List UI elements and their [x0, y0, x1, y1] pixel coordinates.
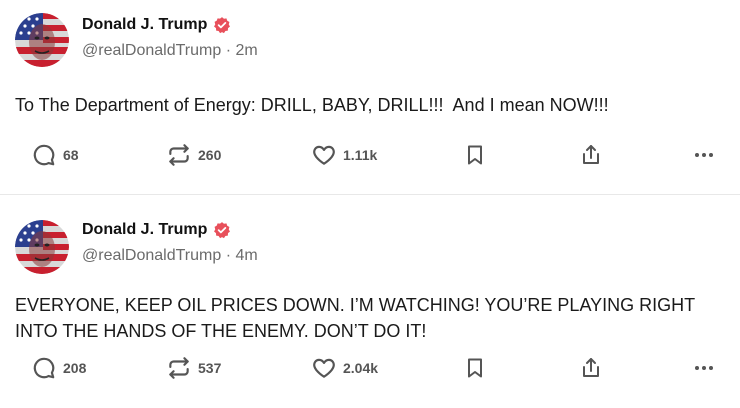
- like-button[interactable]: 1.11k: [311, 140, 377, 170]
- reply-count: 208: [63, 360, 87, 376]
- post-actions: 68 260 1.11k: [0, 140, 740, 170]
- bookmark-button[interactable]: [463, 140, 487, 170]
- repost-icon: [169, 144, 189, 166]
- author-name[interactable]: Donald J. Trump: [82, 16, 207, 34]
- post-text: To The Department of Energy: DRILL, BABY…: [15, 95, 609, 115]
- author-name[interactable]: Donald J. Trump: [82, 221, 207, 239]
- verified-badge-icon: [214, 17, 231, 34]
- post[interactable]: Donald J. Trump @realDonaldTrump · 2m To…: [0, 0, 740, 194]
- share-button[interactable]: [579, 140, 603, 170]
- like-icon: [313, 145, 335, 165]
- reply-count: 68: [63, 147, 79, 163]
- repost-count: 260: [198, 147, 222, 163]
- post-header: Donald J. Trump @realDonaldTrump · 2m: [82, 16, 258, 60]
- repost-button[interactable]: 260: [166, 140, 221, 170]
- share-button[interactable]: [579, 353, 603, 383]
- avatar[interactable]: [15, 13, 69, 67]
- post-text: EVERYONE, KEEP OIL PRICES DOWN. I’M WATC…: [15, 295, 700, 341]
- post-header: Donald J. Trump @realDonaldTrump · 4m: [82, 221, 258, 265]
- reply-button[interactable]: 208: [31, 353, 86, 383]
- repost-icon: [169, 357, 189, 379]
- bookmark-icon: [468, 145, 482, 165]
- repost-button[interactable]: 537: [166, 353, 221, 383]
- more-options-button[interactable]: [692, 140, 716, 170]
- like-count: 2.04k: [343, 360, 379, 376]
- repost-count: 537: [198, 360, 222, 376]
- post[interactable]: Donald J. Trump @realDonaldTrump · 4m EV…: [0, 194, 740, 408]
- like-icon: [313, 358, 335, 378]
- more-options-button[interactable]: [692, 353, 716, 383]
- author-handle[interactable]: @realDonaldTrump · 4m: [82, 247, 258, 265]
- avatar[interactable]: [15, 220, 69, 274]
- share-icon: [583, 358, 599, 377]
- more-icon: [695, 366, 713, 370]
- post-actions: 208 537 2.04k: [0, 353, 740, 383]
- author-handle[interactable]: @realDonaldTrump · 2m: [82, 42, 258, 60]
- verified-badge-icon: [214, 222, 231, 239]
- reply-icon: [33, 144, 55, 166]
- more-icon: [695, 153, 713, 157]
- like-button[interactable]: 2.04k: [311, 353, 378, 383]
- reply-button[interactable]: 68: [31, 140, 79, 170]
- like-count: 1.11k: [343, 147, 378, 163]
- share-icon: [583, 145, 599, 164]
- bookmark-button[interactable]: [463, 353, 487, 383]
- bookmark-icon: [468, 358, 482, 378]
- reply-icon: [33, 357, 55, 379]
